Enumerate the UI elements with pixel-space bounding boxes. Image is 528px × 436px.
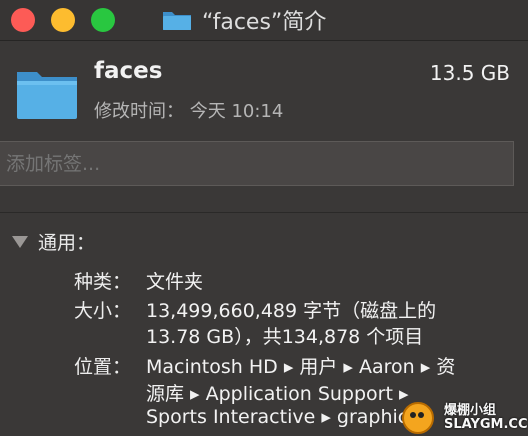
close-icon[interactable] <box>11 8 35 32</box>
disclosure-triangle-icon[interactable] <box>12 235 28 248</box>
where-label: 位置： <box>74 356 132 378</box>
size-value-line1: 13,499,660,489 字节（磁盘上的 <box>146 300 437 322</box>
where-value-line2: 源库 ▸ Application Support ▸ <box>146 383 409 405</box>
watermark: 爆棚小组 SLAYGM.CC <box>402 402 528 434</box>
folder-icon <box>17 72 77 119</box>
general-section-header[interactable]: 通用： <box>12 228 95 255</box>
window-title: “faces”简介 <box>202 10 327 35</box>
minimize-icon[interactable] <box>51 8 75 32</box>
window-title-group: “faces”简介 <box>162 5 326 35</box>
info-header: faces 13.5 GB 修改时间： 今天 10:14 <box>0 41 528 135</box>
watermark-line1: 爆棚小组 <box>444 403 497 418</box>
divider <box>0 212 528 213</box>
folder-icon <box>163 12 191 30</box>
size-label: 大小： <box>74 300 132 322</box>
size-value-line2: 13.78 GB），共134,878 个项目 <box>146 326 424 348</box>
tags-input[interactable] <box>0 141 514 186</box>
title-bar: “faces”简介 <box>0 0 528 41</box>
where-value-line1: Macintosh HD ▸ 用户 ▸ Aaron ▸ 资 <box>146 356 456 378</box>
where-value-line3: Sports Interactive ▸ graphics <box>146 406 419 428</box>
file-name: faces <box>94 58 163 84</box>
modified-date: 修改时间： 今天 10:14 <box>94 101 284 122</box>
file-size: 13.5 GB <box>429 61 510 85</box>
kind-value: 文件夹 <box>146 271 204 293</box>
watermark-logo-icon <box>402 402 434 434</box>
general-section-title: 通用： <box>38 232 96 254</box>
kind-label: 种类： <box>74 271 132 293</box>
zoom-icon[interactable] <box>91 8 115 32</box>
watermark-line2: SLAYGM.CC <box>444 417 528 432</box>
